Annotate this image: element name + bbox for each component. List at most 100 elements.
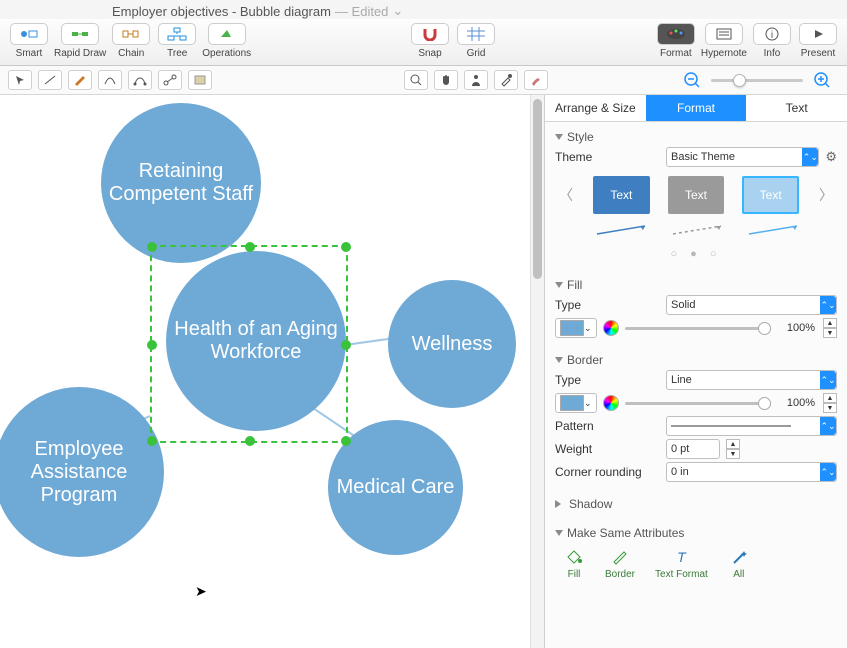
selection-handle[interactable]	[147, 242, 157, 252]
theme-dropdown[interactable]: Basic Theme⌃⌄	[666, 147, 819, 167]
style-section: Style Theme Basic Theme⌃⌄ ⚙ 〈 Text Text …	[545, 122, 847, 270]
dropdown-arrow-icon: ⌃⌄	[820, 296, 836, 314]
color-wheel-icon[interactable]	[603, 320, 619, 336]
format-button[interactable]: Format	[655, 23, 697, 59]
disclosure-down-icon	[555, 282, 563, 288]
zoom-slider[interactable]	[711, 79, 803, 82]
tab-text[interactable]: Text	[746, 95, 847, 121]
chain-button[interactable]: Chain	[110, 23, 152, 59]
eyedropper-tool[interactable]	[494, 70, 518, 90]
grid-button[interactable]: Grid	[455, 23, 497, 59]
border-opacity-stepper[interactable]: ▲▼	[823, 393, 837, 413]
pattern-dropdown[interactable]: ⌃⌄	[666, 416, 837, 436]
selection-handle[interactable]	[245, 242, 255, 252]
edited-indicator: — Edited	[335, 4, 388, 19]
gear-icon[interactable]: ⚙	[825, 149, 837, 165]
scrollbar-thumb[interactable]	[533, 99, 542, 279]
rectangle-tool[interactable]	[188, 70, 212, 90]
border-header[interactable]: Border	[555, 353, 837, 367]
shadow-header[interactable]: Shadow	[555, 497, 837, 511]
make-same-section: Make Same Attributes Fill Border TText F…	[545, 518, 847, 588]
line-preset-2[interactable]	[669, 223, 727, 237]
fill-color-dropdown[interactable]: ⌄	[555, 318, 597, 338]
title-chevron-icon[interactable]: ⌄	[392, 3, 403, 19]
corner-label: Corner rounding	[555, 465, 660, 479]
fill-opacity-slider[interactable]	[625, 327, 771, 330]
border-opacity-slider[interactable]	[625, 402, 771, 405]
style-preset-2[interactable]: Text	[668, 176, 725, 214]
info-icon: i	[753, 23, 791, 45]
corner-dropdown[interactable]: 0 in⌃⌄	[666, 462, 837, 482]
preset-prev-button[interactable]: 〈	[557, 185, 575, 205]
line-preset-1[interactable]	[593, 223, 651, 237]
tab-format[interactable]: Format	[646, 95, 747, 121]
magnify-tool[interactable]	[404, 70, 428, 90]
zoom-thumb[interactable]	[733, 74, 746, 87]
line-tool[interactable]	[38, 70, 62, 90]
fill-header[interactable]: Fill	[555, 278, 837, 292]
style-preset-3[interactable]: Text	[742, 176, 799, 214]
present-button[interactable]: Present	[797, 23, 839, 59]
bubble-bottom-left[interactable]: Employee Assistance Program	[0, 387, 164, 557]
tab-arrange[interactable]: Arrange & Size	[545, 95, 646, 121]
smart-button[interactable]: Smart	[8, 23, 50, 59]
weight-stepper[interactable]: ▲▼	[726, 439, 740, 459]
present-icon	[799, 23, 837, 45]
make-same-text-button[interactable]: TText Format	[655, 547, 708, 580]
bubble-right[interactable]: Wellness	[388, 280, 516, 408]
make-same-fill-button[interactable]: Fill	[563, 547, 585, 580]
make-same-all-button[interactable]: All	[728, 547, 750, 580]
arrow-tool[interactable]	[8, 70, 32, 90]
bezier-tool[interactable]	[128, 70, 152, 90]
operations-button[interactable]: Operations	[202, 23, 251, 59]
shadow-section: Shadow	[545, 489, 847, 518]
operations-icon	[208, 23, 246, 45]
tree-icon	[158, 23, 196, 45]
selection-handle[interactable]	[341, 436, 351, 446]
pen-icon	[609, 547, 631, 567]
vertical-scrollbar[interactable]	[530, 95, 544, 648]
style-preset-1[interactable]: Text	[593, 176, 650, 214]
hand-tool[interactable]	[434, 70, 458, 90]
style-header[interactable]: Style	[555, 130, 837, 144]
chain-icon	[112, 23, 150, 45]
line-preset-3[interactable]	[745, 223, 803, 237]
canvas[interactable]: Retaining Competent Staff Health of an A…	[0, 95, 544, 648]
person-tool[interactable]	[464, 70, 488, 90]
selection-handle[interactable]	[147, 436, 157, 446]
zoom-out-button[interactable]	[681, 69, 703, 91]
disclosure-right-icon	[555, 500, 565, 508]
preset-next-button[interactable]: 〉	[817, 185, 835, 205]
weight-field[interactable]: 0 pt	[666, 439, 720, 459]
snap-button[interactable]: Snap	[409, 23, 451, 59]
disclosure-down-icon	[555, 134, 563, 140]
fill-opacity-value: 100%	[777, 322, 817, 334]
pen-tool[interactable]	[68, 70, 92, 90]
selection-handle[interactable]	[341, 340, 351, 350]
selection-handle[interactable]	[147, 340, 157, 350]
bubble-top[interactable]: Retaining Competent Staff	[101, 103, 261, 263]
curve-tool[interactable]	[98, 70, 122, 90]
connector-tool[interactable]	[158, 70, 182, 90]
zoom-in-button[interactable]	[811, 69, 833, 91]
brush-tool[interactable]	[524, 70, 548, 90]
selection-handle[interactable]	[245, 436, 255, 446]
color-wheel-icon[interactable]	[603, 395, 619, 411]
rapid-draw-button[interactable]: Rapid Draw	[54, 23, 106, 59]
border-type-dropdown[interactable]: Line⌃⌄	[666, 370, 837, 390]
make-same-header[interactable]: Make Same Attributes	[555, 526, 837, 540]
make-same-border-button[interactable]: Border	[605, 547, 635, 580]
hypernote-button[interactable]: Hypernote	[701, 23, 747, 59]
slider-thumb[interactable]	[758, 397, 771, 410]
fill-type-dropdown[interactable]: Solid⌃⌄	[666, 295, 837, 315]
border-section: Border Type Line⌃⌄ ⌄ 100% ▲▼ Pattern ⌃⌄ …	[545, 345, 847, 489]
weight-label: Weight	[555, 442, 660, 456]
fill-opacity-stepper[interactable]: ▲▼	[823, 318, 837, 338]
slider-thumb[interactable]	[758, 322, 771, 335]
selection-box[interactable]	[150, 245, 348, 443]
info-button[interactable]: iInfo	[751, 23, 793, 59]
page-dots[interactable]: ○ ● ○	[555, 246, 837, 266]
selection-handle[interactable]	[341, 242, 351, 252]
tree-button[interactable]: Tree	[156, 23, 198, 59]
border-color-dropdown[interactable]: ⌄	[555, 393, 597, 413]
